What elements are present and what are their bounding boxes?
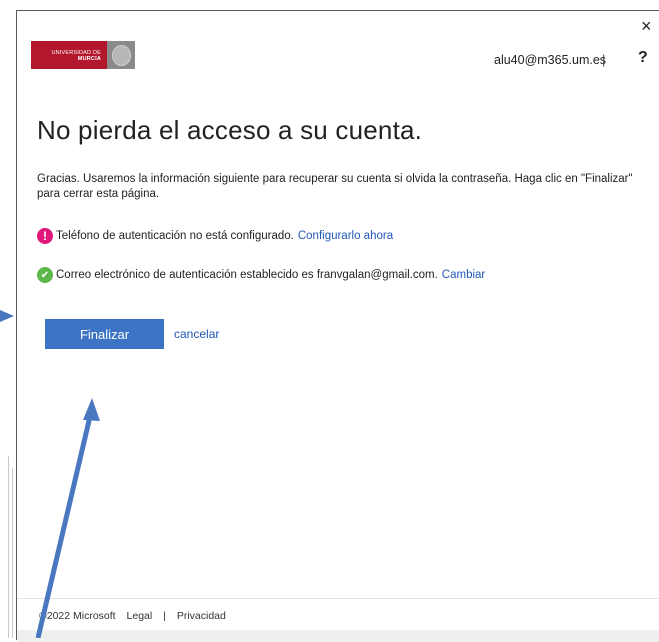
setup-phone-link[interactable]: Configurarlo ahora [298,230,393,242]
check-icon: ✔ [37,267,53,283]
intro-text: Gracias. Usaremos la información siguien… [37,173,633,200]
annotation-arrowhead-left [0,310,14,322]
privacy-link[interactable]: Privacidad [177,610,226,622]
phone-status-text: Teléfono de autenticación no está config… [56,230,294,242]
change-email-link[interactable]: Cambiar [442,269,485,281]
university-logo: UNIVERSIDAD DE MURCIA [31,41,135,69]
footer-bar [17,630,659,642]
footer: ©2022 Microsoft Legal | Privacidad [17,598,659,642]
account-recovery-dialog: × UNIVERSIDAD DE MURCIA alu40@m365.um.es… [16,10,659,642]
document-margin-line [8,456,9,638]
legal-link[interactable]: Legal [127,610,153,622]
logo-line-2: MURCIA [77,56,101,62]
finish-button[interactable]: Finalizar [45,319,164,349]
help-icon[interactable]: ? [638,49,648,67]
page-title: No pierda el acceso a su cuenta. [37,115,423,145]
email-status-text: Correo electrónico de autenticación esta… [56,269,438,281]
cancel-link[interactable]: cancelar [174,327,219,341]
footer-separator: | [163,610,166,622]
close-icon[interactable]: × [641,17,657,35]
logo-text-block: UNIVERSIDAD DE MURCIA [31,41,107,69]
warning-icon: ! [37,228,53,244]
seal-icon [107,41,135,69]
header-separator: | [602,52,606,67]
email-status-row: ✔ Correo electrónico de autenticación es… [37,267,485,283]
document-margin-line [12,468,13,638]
user-email[interactable]: alu40@m365.um.es [494,53,606,67]
copyright-text: ©2022 Microsoft [39,610,116,622]
footer-links: ©2022 Microsoft Legal | Privacidad [39,610,234,622]
phone-status-row: ! Teléfono de autenticación no está conf… [37,228,393,244]
